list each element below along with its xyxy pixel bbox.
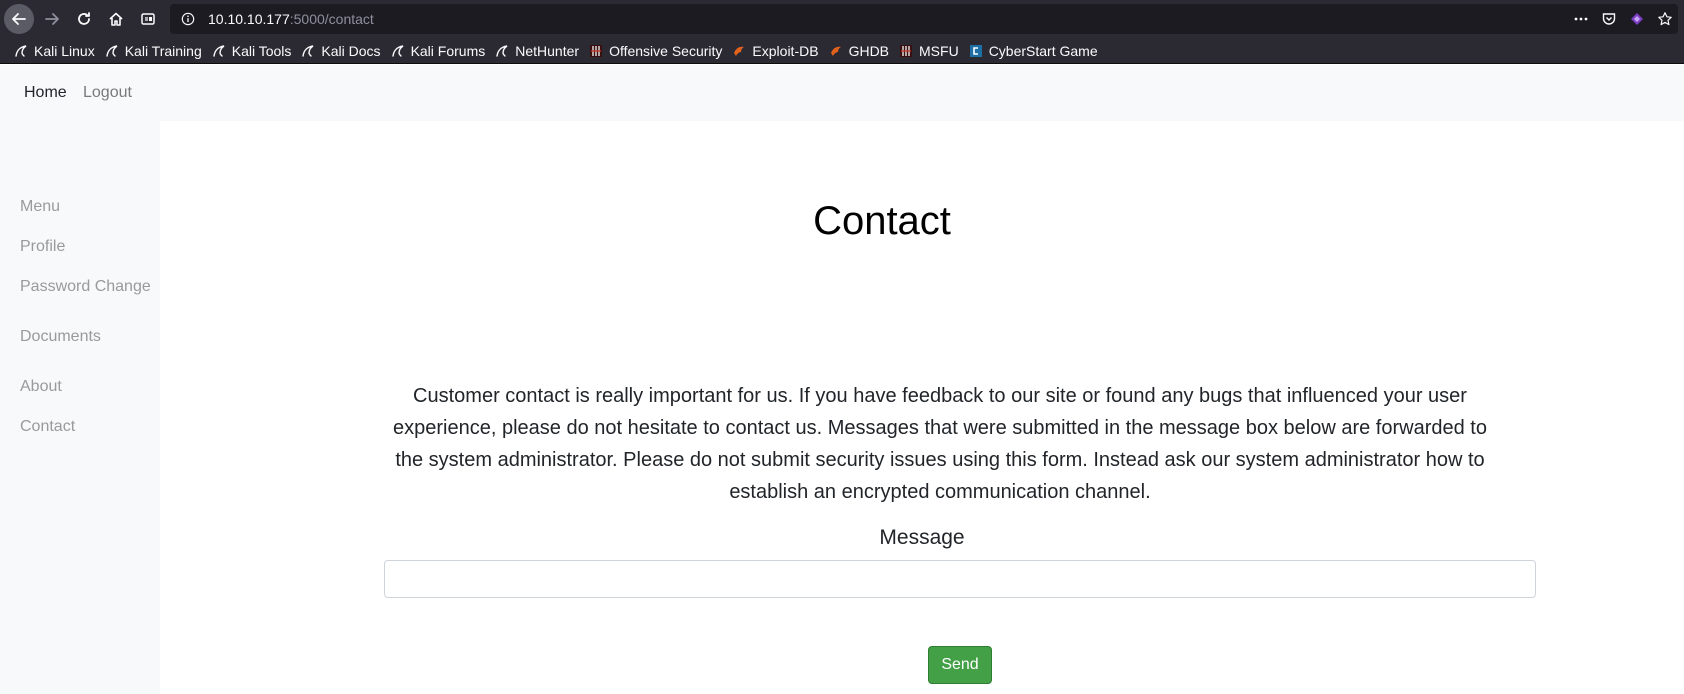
- reader-view-icon: [141, 13, 155, 25]
- url-bar[interactable]: 10.10.10.177:5000/contact: [170, 4, 1678, 34]
- bookmark-label: Kali Linux: [34, 42, 95, 59]
- home-icon: [109, 12, 123, 26]
- sidebar-item-password-change[interactable]: Password Change: [20, 278, 151, 296]
- bookmark-item[interactable]: Kali Linux: [14, 40, 95, 62]
- bookmarks-toolbar: Kali Linux Kali Training Kali Tools Kali Do…: [0, 38, 1684, 64]
- url-text: 10.10.10.177:5000/contact: [208, 11, 374, 27]
- top-navbar: Home Logout: [0, 65, 1684, 121]
- kali-dragon-icon: [301, 44, 315, 58]
- kali-dragon-icon: [14, 44, 28, 58]
- bookmark-item[interactable]: Kali Tools: [212, 40, 292, 62]
- bookmark-label: Offensive Security: [609, 42, 723, 59]
- contact-description: Customer contact is really important for…: [393, 385, 1487, 503]
- nav-logout-link[interactable]: Logout: [83, 84, 132, 102]
- extension-icon[interactable]: [1628, 10, 1646, 28]
- bookmark-item[interactable]: MSFU: [899, 40, 959, 62]
- arrow-left-icon: [12, 13, 26, 25]
- forward-button[interactable]: [38, 5, 66, 33]
- url-actions: [1572, 4, 1674, 34]
- offsec-icon: [899, 44, 913, 58]
- bookmark-item[interactable]: Offensive Security: [589, 40, 722, 62]
- bookmark-item[interactable]: NetHunter: [495, 40, 579, 62]
- pocket-icon[interactable]: [1600, 10, 1618, 28]
- bookmark-item[interactable]: Kali Training: [105, 40, 202, 62]
- send-button[interactable]: Send: [928, 646, 992, 684]
- browser-toolbar: 10.10.10.177:5000/contact: [0, 0, 1684, 38]
- sidebar-item-documents[interactable]: Documents: [20, 328, 101, 346]
- more-actions-icon[interactable]: [1572, 10, 1590, 28]
- bookmark-item[interactable]: GHDB: [829, 40, 889, 62]
- bookmark-label: Kali Forums: [410, 42, 486, 59]
- bookmark-label: GHDB: [848, 42, 890, 59]
- reader-view-button[interactable]: [134, 5, 162, 33]
- bookmark-label: CyberStart Game: [988, 42, 1098, 59]
- main-content: Contact Customer contact is really impor…: [160, 121, 1684, 694]
- sidebar-item-contact[interactable]: Contact: [20, 418, 75, 436]
- sidebar-item-about[interactable]: About: [20, 378, 62, 396]
- reload-button[interactable]: [70, 5, 98, 33]
- reload-icon: [78, 12, 90, 25]
- bookmark-label: NetHunter: [515, 42, 580, 59]
- bookmark-label: Exploit-DB: [752, 42, 819, 59]
- arrow-right-icon: [45, 13, 59, 25]
- kali-dragon-icon: [105, 44, 119, 58]
- bookmark-label: Kali Docs: [321, 42, 381, 59]
- kali-dragon-icon: [495, 44, 509, 58]
- offsec-icon: [589, 44, 603, 58]
- page-title: Contact: [813, 199, 951, 243]
- web-page: Home Logout Menu Profile Password Change…: [0, 65, 1684, 694]
- exploitdb-icon: [732, 44, 746, 58]
- home-button[interactable]: [102, 5, 130, 33]
- nav-home-link[interactable]: Home: [24, 84, 67, 102]
- info-icon[interactable]: [180, 11, 196, 27]
- back-button[interactable]: [4, 4, 34, 34]
- bookmark-label: MSFU: [919, 42, 959, 59]
- bookmark-label: Kali Training: [124, 42, 202, 59]
- message-label: Message: [879, 526, 965, 549]
- bookmark-star-icon[interactable]: [1656, 10, 1674, 28]
- bookmark-item[interactable]: Kali Docs: [301, 40, 381, 62]
- exploitdb-icon: [829, 44, 843, 58]
- url-path: :5000/contact: [289, 11, 374, 27]
- cyberstart-icon: [969, 44, 983, 58]
- sidebar-item-menu: Menu: [20, 198, 61, 215]
- bookmark-item[interactable]: CyberStart Game: [969, 40, 1098, 62]
- bookmark-item[interactable]: Kali Forums: [391, 40, 486, 62]
- kali-dragon-icon: [212, 44, 226, 58]
- url-host: 10.10.10.177: [208, 11, 290, 27]
- sidebar-item-profile[interactable]: Profile: [20, 238, 65, 256]
- message-input[interactable]: [384, 560, 1536, 598]
- bookmark-item[interactable]: Exploit-DB: [732, 40, 819, 62]
- kali-dragon-icon: [391, 44, 405, 58]
- bookmark-label: Kali Tools: [231, 42, 292, 59]
